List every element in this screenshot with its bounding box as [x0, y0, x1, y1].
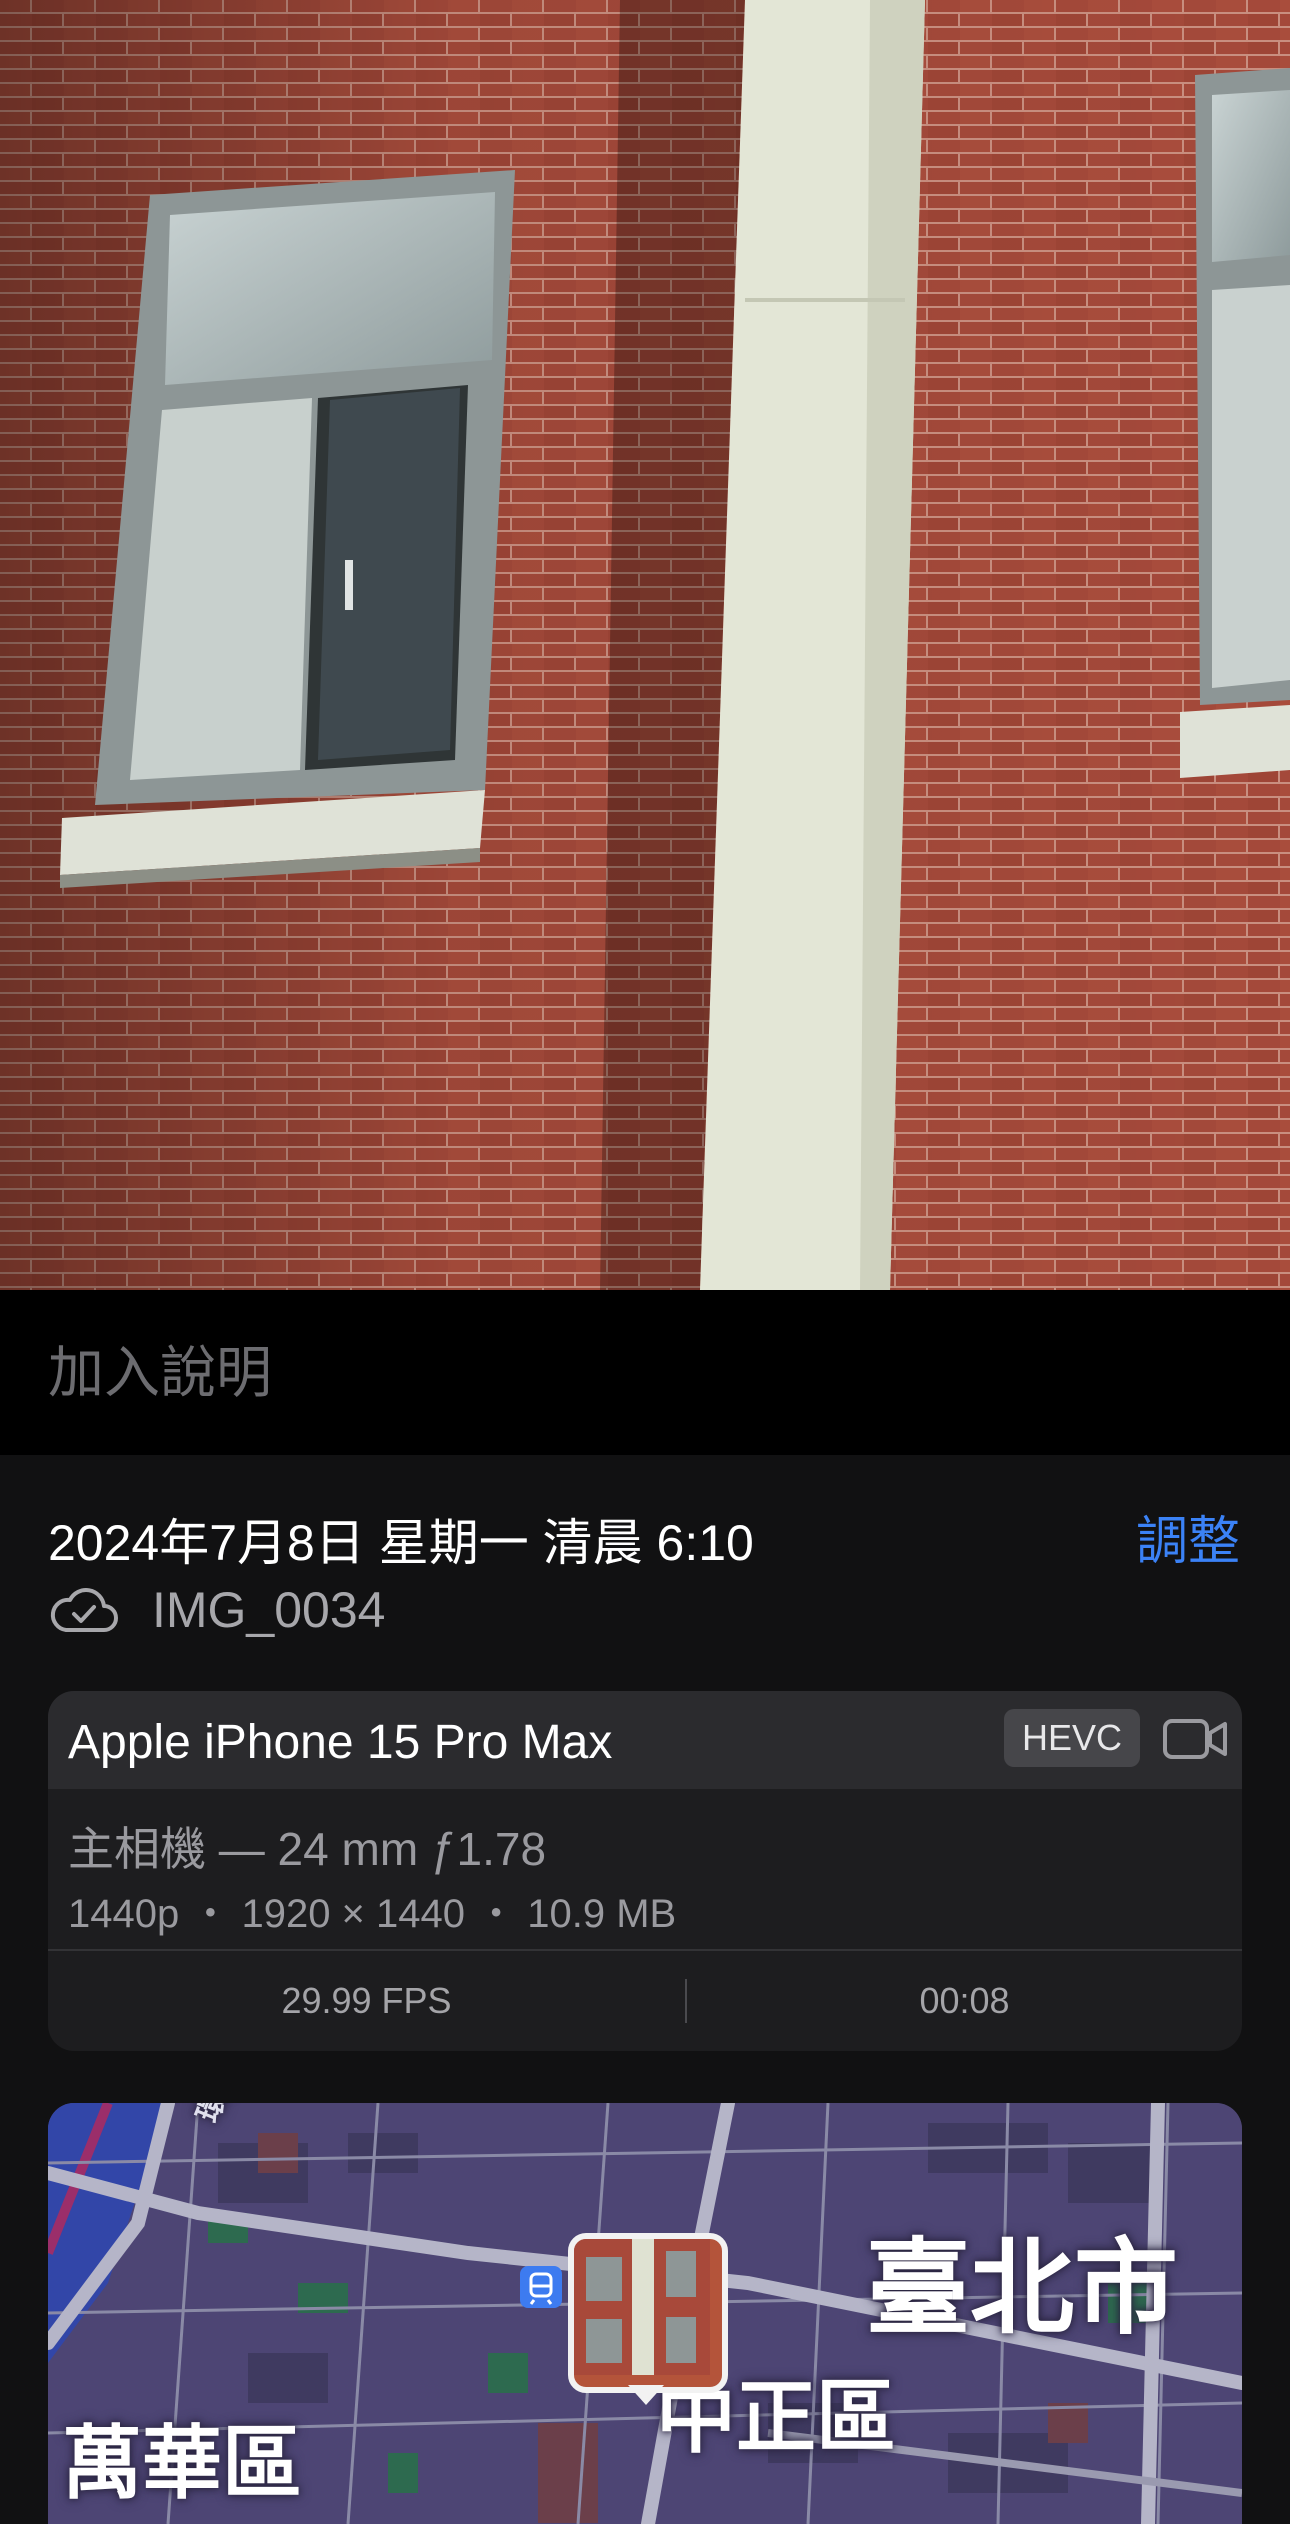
building-photo [0, 0, 1290, 1290]
info-sheet: 2024年7月8日 星期一 清晨 6:10 調整 IMG_0034 Apple … [0, 1455, 1290, 2524]
video-camera-icon [1163, 1719, 1227, 1759]
device-name: Apple iPhone 15 Pro Max [68, 1716, 613, 1769]
codec-badge: HEVC [1003, 1709, 1140, 1767]
adjust-datetime-button[interactable]: 調整 [1136, 1499, 1240, 1574]
district-label-wanhua: 萬華區 [62, 2419, 302, 2508]
camera-info-card: Apple iPhone 15 Pro Max HEVC 主相機 — 24 mm… [48, 1691, 1242, 2051]
camera-card-header: Apple iPhone 15 Pro Max HEVC [48, 1691, 1242, 1789]
file-name: IMG_0034 [152, 1582, 386, 1638]
city-label: 臺北市 [866, 2231, 1179, 2347]
icloud-icon [50, 1588, 118, 1632]
caption-input[interactable] [48, 1332, 1238, 1412]
location-map[interactable]: 環河 臺北市 中正區 萬華區 [48, 2103, 1242, 2524]
photo-pin-tail [628, 2385, 664, 2405]
capture-datetime: 2024年7月8日 星期一 清晨 6:10 [48, 1515, 754, 1571]
video-specs: 1440p ・ 1920 × 1440 ・ 10.9 MB [68, 1892, 677, 1936]
lens-info: 主相機 — 24 mm ƒ1.78 [68, 1823, 547, 1875]
file-row: IMG_0034 [48, 1575, 385, 1645]
frame-rate: 29.99 FPS [281, 1980, 452, 2021]
photo-view[interactable] [0, 0, 1290, 1290]
video-duration: 00:08 [919, 1980, 1010, 2021]
caption-bar [0, 1290, 1290, 1455]
photo-location-pin[interactable] [568, 2233, 728, 2393]
metro-station-icon [520, 2266, 562, 2308]
